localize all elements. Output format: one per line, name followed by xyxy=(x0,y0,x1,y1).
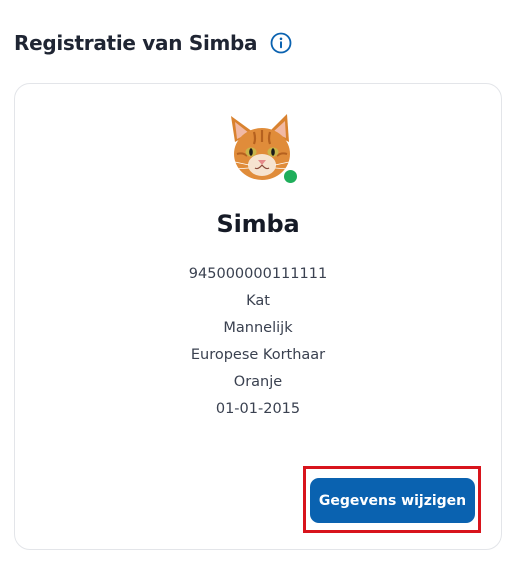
chip-number: 945000000111111 xyxy=(188,266,328,282)
birth-date: 01-01-2015 xyxy=(215,401,301,417)
page-title: Registratie van Simba xyxy=(14,31,258,55)
info-icon[interactable] xyxy=(270,32,292,54)
gender: Mannelijk xyxy=(223,320,293,336)
page: Registratie van Simba Simba 945000000111… xyxy=(0,0,520,571)
online-status-dot xyxy=(282,168,299,185)
avatar-container xyxy=(227,112,299,185)
species: Kat xyxy=(246,293,270,309)
pet-name: Simba xyxy=(216,210,300,238)
header: Registratie van Simba xyxy=(14,28,292,58)
breed: Europese Korthaar xyxy=(190,347,326,363)
color: Oranje xyxy=(233,374,283,390)
pet-details-list: 945000000111111 Kat Mannelijk Europese K… xyxy=(15,261,501,423)
edit-details-button[interactable]: Gegevens wijzigen xyxy=(310,478,475,523)
